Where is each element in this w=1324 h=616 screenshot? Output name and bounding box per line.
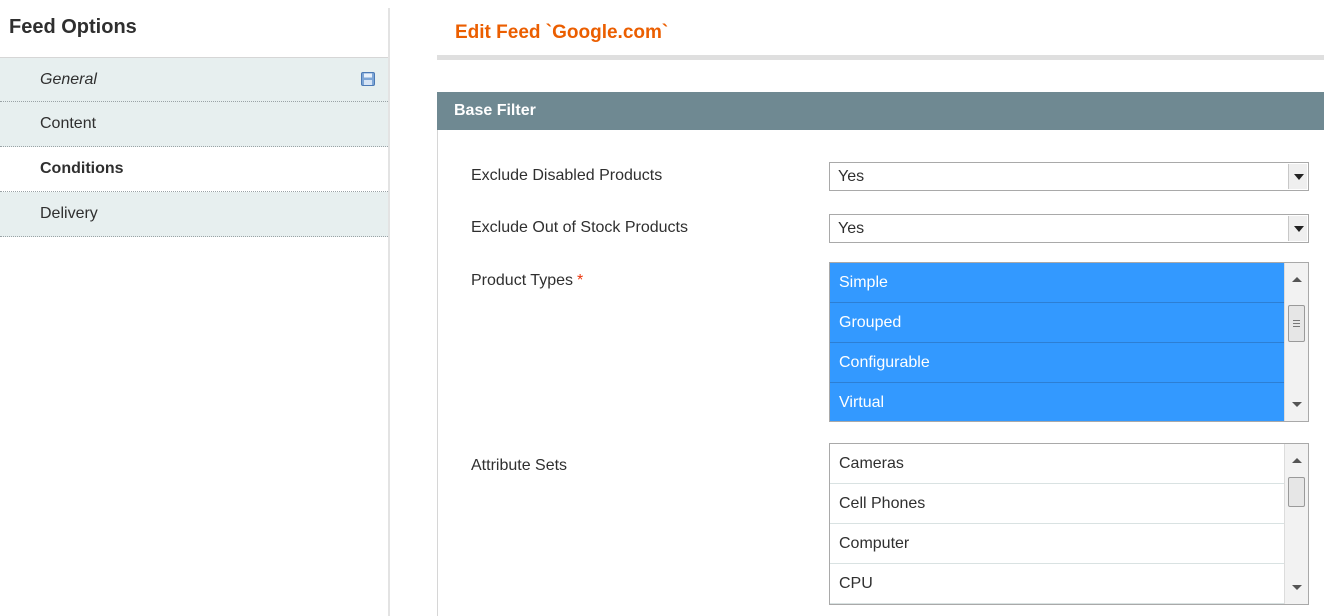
tab-label: Content [40,115,97,132]
page-title: Edit Feed `Google.com` [455,22,669,43]
tab-delivery[interactable]: Delivery [0,192,390,237]
option-virtual[interactable]: Virtual [830,383,1285,421]
select-value: Yes [838,168,865,185]
label-attribute-sets: Attribute Sets [471,457,568,474]
required-asterisk: * [576,272,584,289]
option-cell-phones[interactable]: Cell Phones [830,484,1285,524]
label-exclude-out-of-stock: Exclude Out of Stock Products [471,219,688,236]
grip-line [1293,320,1300,321]
label-text: Product Types [471,272,573,289]
save-icon [361,72,375,86]
select-value: Yes [838,220,865,237]
scroll-down-icon[interactable] [1292,402,1302,407]
select-exclude-out-of-stock[interactable]: Yes [829,214,1309,243]
multiselect-product-types[interactable]: Simple Grouped Configurable Virtual [829,262,1309,422]
option-configurable[interactable]: Configurable [830,343,1285,383]
label-product-types: Product Types * [471,272,583,290]
sidebar-tabs: General Content Conditions Delivery [0,57,390,237]
sidebar: Feed Options General Content Conditions … [0,0,390,616]
tab-content[interactable]: Content [0,102,390,147]
grip-line [1293,326,1300,327]
sidebar-title: Feed Options [9,16,137,38]
option-cameras[interactable]: Cameras [830,444,1285,484]
option-list: Simple Grouped Configurable Virtual [830,263,1285,421]
chevron-down-icon[interactable] [1288,216,1307,241]
scroll-up-icon[interactable] [1292,458,1302,463]
option-computer[interactable]: Computer [830,524,1285,564]
scroll-down-icon[interactable] [1292,585,1302,590]
scroll-thumb[interactable] [1288,305,1305,342]
tab-conditions[interactable]: Conditions [0,147,390,192]
tab-label: Delivery [40,205,98,222]
scrollbar[interactable] [1284,444,1308,604]
scroll-thumb[interactable] [1288,477,1305,507]
option-simple[interactable]: Simple [830,263,1285,303]
scrollbar[interactable] [1284,263,1308,421]
multiselect-attribute-sets[interactable]: Cameras Cell Phones Computer CPU [829,443,1309,605]
sidebar-divider [388,8,390,616]
option-list: Cameras Cell Phones Computer CPU [830,444,1285,604]
grip-line [1293,323,1300,324]
tab-label: General [40,71,97,88]
title-divider [437,55,1324,60]
select-exclude-disabled[interactable]: Yes [829,162,1309,191]
chevron-down-icon[interactable] [1288,164,1307,189]
fieldset-header-base-filter: Base Filter [437,92,1324,130]
tab-label: Conditions [40,160,124,177]
tab-general[interactable]: General [0,57,390,102]
option-cpu[interactable]: CPU [830,564,1285,604]
scroll-up-icon[interactable] [1292,277,1302,282]
label-exclude-disabled: Exclude Disabled Products [471,167,663,184]
option-grouped[interactable]: Grouped [830,303,1285,343]
